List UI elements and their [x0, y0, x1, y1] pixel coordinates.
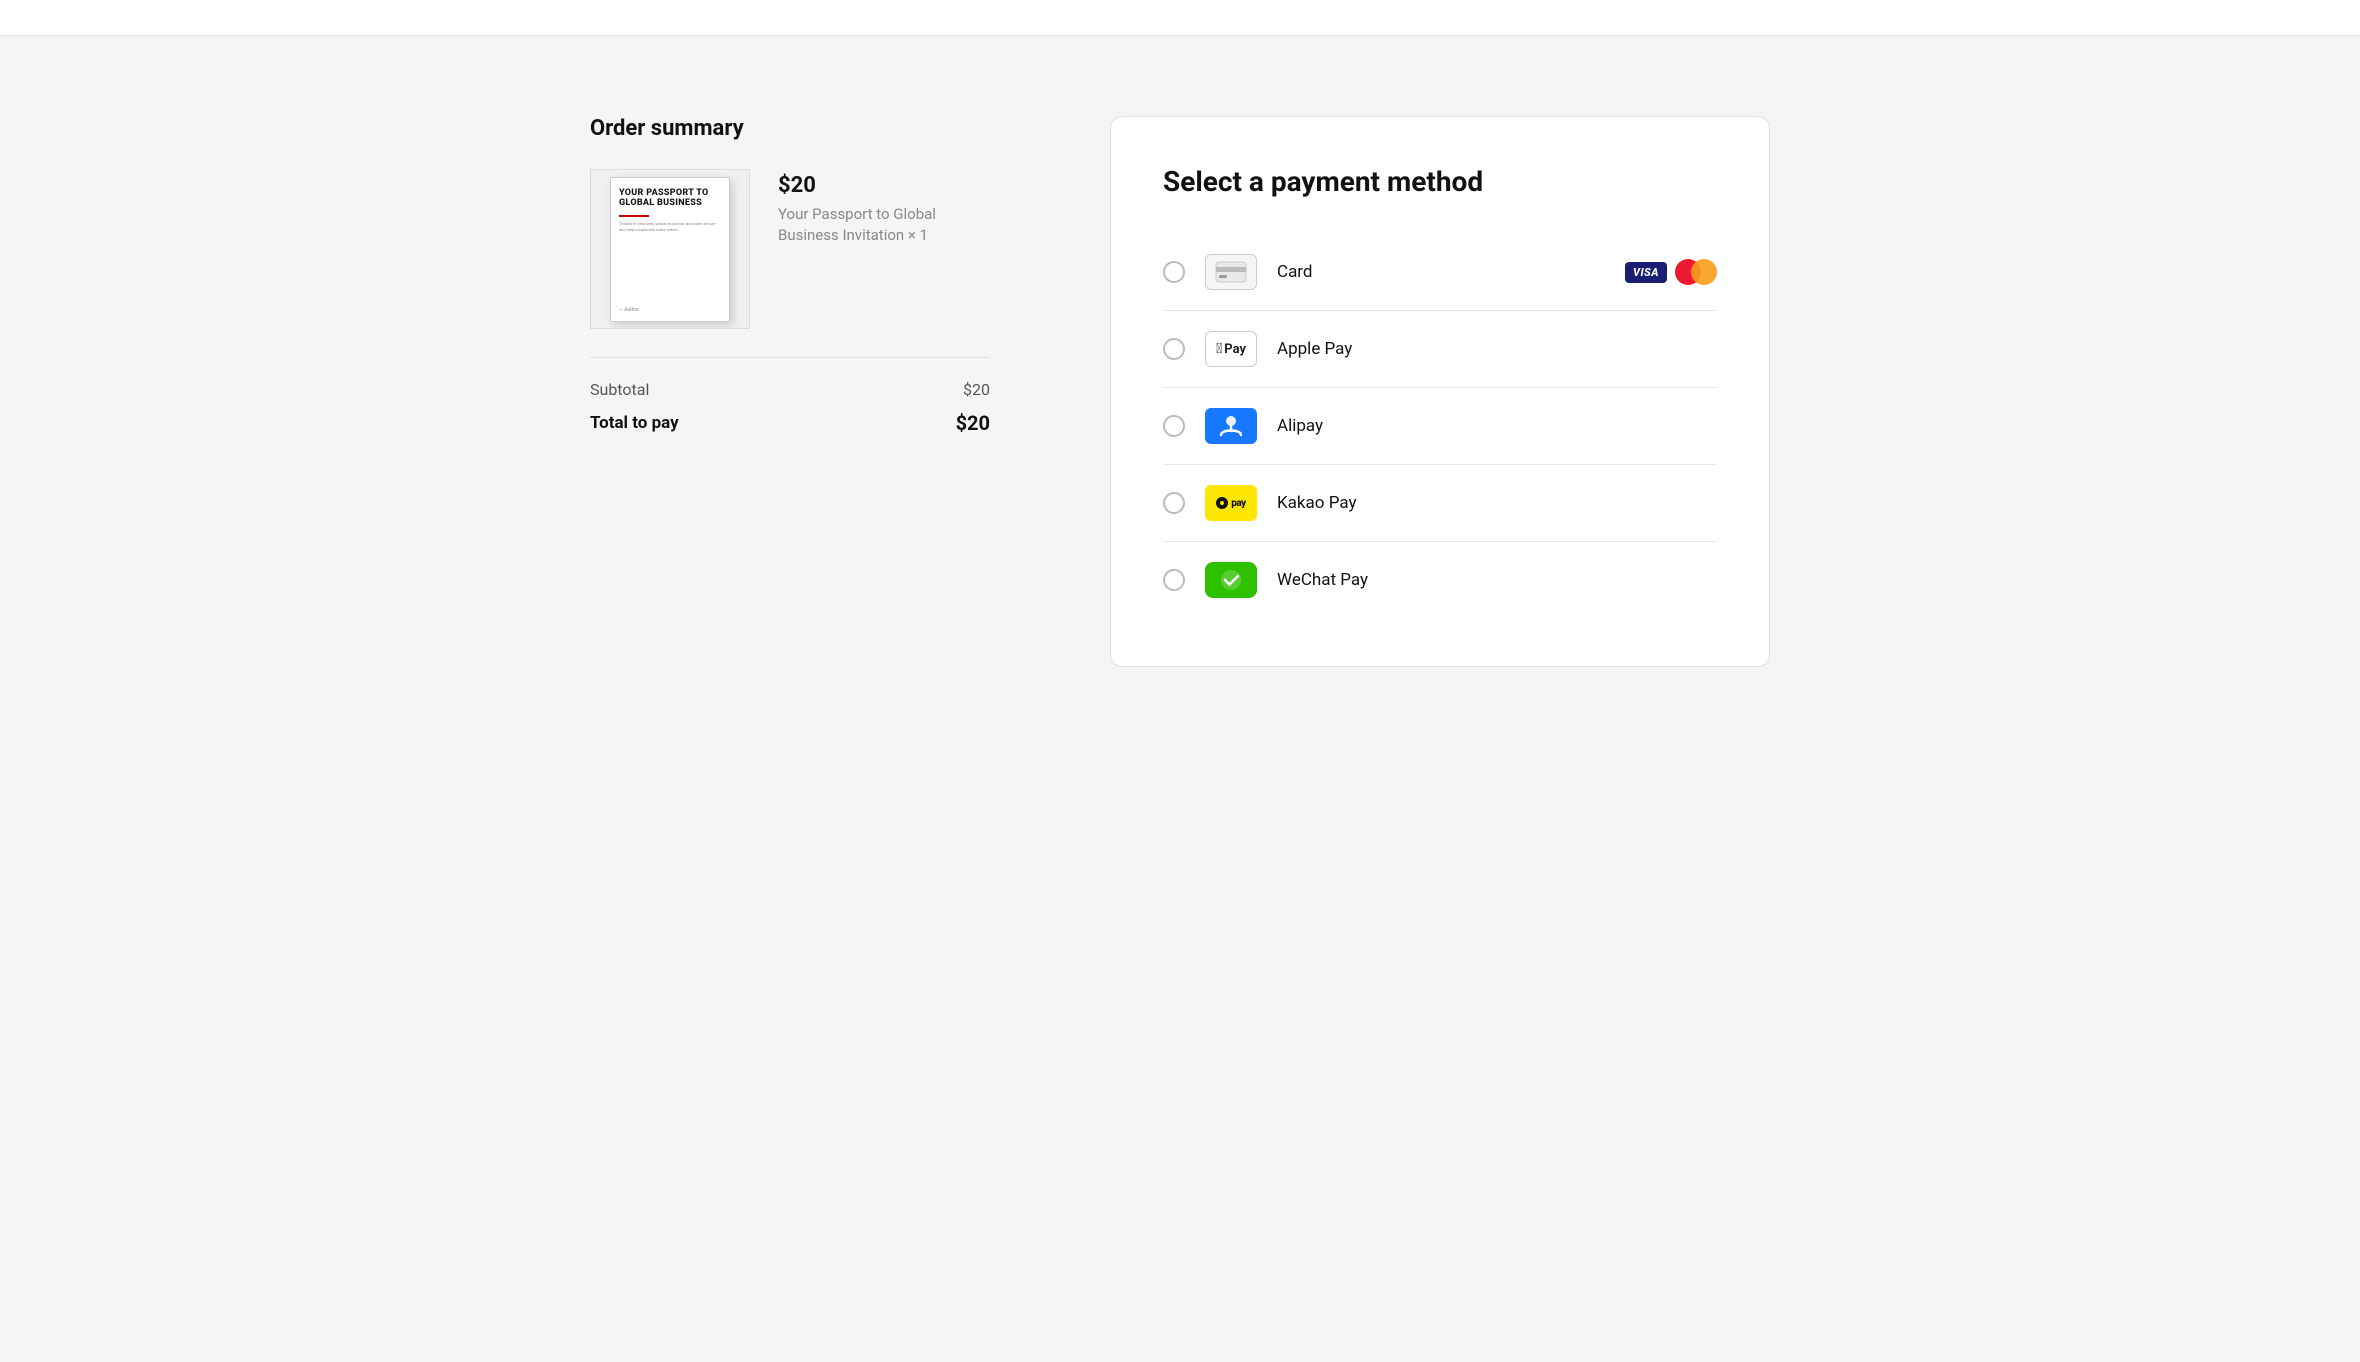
visa-badge: VISA: [1625, 262, 1667, 283]
alipay-icon: [1205, 408, 1257, 444]
book-body-text: Thanks to help keep global economic acco…: [619, 221, 721, 232]
applepay-label: Apple Pay: [1277, 339, 1717, 359]
card-badges: VISA: [1625, 259, 1717, 285]
apple-symbol: : [1216, 341, 1222, 357]
wechatpay-label: WeChat Pay: [1277, 570, 1717, 590]
product-image: YOUR PASSPORT TO GLOBAL BUSINESS Thanks …: [590, 169, 750, 329]
total-value: $20: [956, 411, 990, 435]
top-bar: [0, 0, 2360, 36]
radio-kakaopay[interactable]: [1163, 492, 1185, 514]
kakao-bubble-icon: [1216, 497, 1228, 509]
radio-card[interactable]: [1163, 261, 1185, 283]
payment-option-kakaopay[interactable]: pay Kakao Pay: [1163, 465, 1717, 542]
product-details: $20 Your Passport to Global Business Inv…: [778, 169, 990, 246]
subtotal-row: Subtotal $20: [590, 374, 990, 405]
payment-option-wechatpay[interactable]: WeChat Pay: [1163, 542, 1717, 618]
kakaopay-label: Kakao Pay: [1277, 493, 1717, 513]
payment-option-applepay[interactable]:  Pay Apple Pay: [1163, 311, 1717, 388]
radio-applepay[interactable]: [1163, 338, 1185, 360]
total-row: Total to pay $20: [590, 405, 990, 441]
kakao-pay-text: pay: [1231, 498, 1246, 509]
alipay-label: Alipay: [1277, 416, 1717, 436]
radio-alipay[interactable]: [1163, 415, 1185, 437]
pay-text: Pay: [1224, 342, 1246, 357]
book-red-line: [619, 215, 649, 217]
book-author: — Author: [619, 307, 721, 313]
subtotal-value: $20: [963, 380, 990, 399]
order-summary-title: Order summary: [590, 116, 990, 141]
page-content: Order summary YOUR PASSPORT TO GLOBAL BU…: [0, 36, 2360, 1362]
payment-option-alipay[interactable]: Alipay: [1163, 388, 1717, 465]
product-name: Your Passport to Global Business Invitat…: [778, 204, 990, 246]
kakao-bubble-dot: [1220, 501, 1224, 505]
book-cover: YOUR PASSPORT TO GLOBAL BUSINESS Thanks …: [610, 177, 730, 322]
product-price: $20: [778, 173, 990, 198]
wechatpay-icon: [1205, 562, 1257, 598]
order-divider: [590, 357, 990, 358]
product-row: YOUR PASSPORT TO GLOBAL BUSINESS Thanks …: [590, 169, 990, 329]
order-summary: Order summary YOUR PASSPORT TO GLOBAL BU…: [590, 116, 990, 441]
payment-panel: Select a payment method Card VISA: [1110, 116, 1770, 667]
applepay-icon:  Pay: [1205, 331, 1257, 367]
radio-wechatpay[interactable]: [1163, 569, 1185, 591]
subtotal-label: Subtotal: [590, 380, 649, 399]
total-label: Total to pay: [590, 413, 679, 433]
book-title: YOUR PASSPORT TO GLOBAL BUSINESS: [619, 188, 721, 210]
mastercard-badge: [1675, 259, 1717, 285]
kakaopay-icon: pay: [1205, 485, 1257, 521]
applepay-text:  Pay: [1216, 341, 1246, 357]
mc-circle-orange: [1691, 259, 1717, 285]
card-label: Card: [1277, 262, 1605, 282]
card-icon: [1205, 254, 1257, 290]
payment-option-card[interactable]: Card VISA: [1163, 234, 1717, 311]
payment-title: Select a payment method: [1163, 165, 1717, 198]
